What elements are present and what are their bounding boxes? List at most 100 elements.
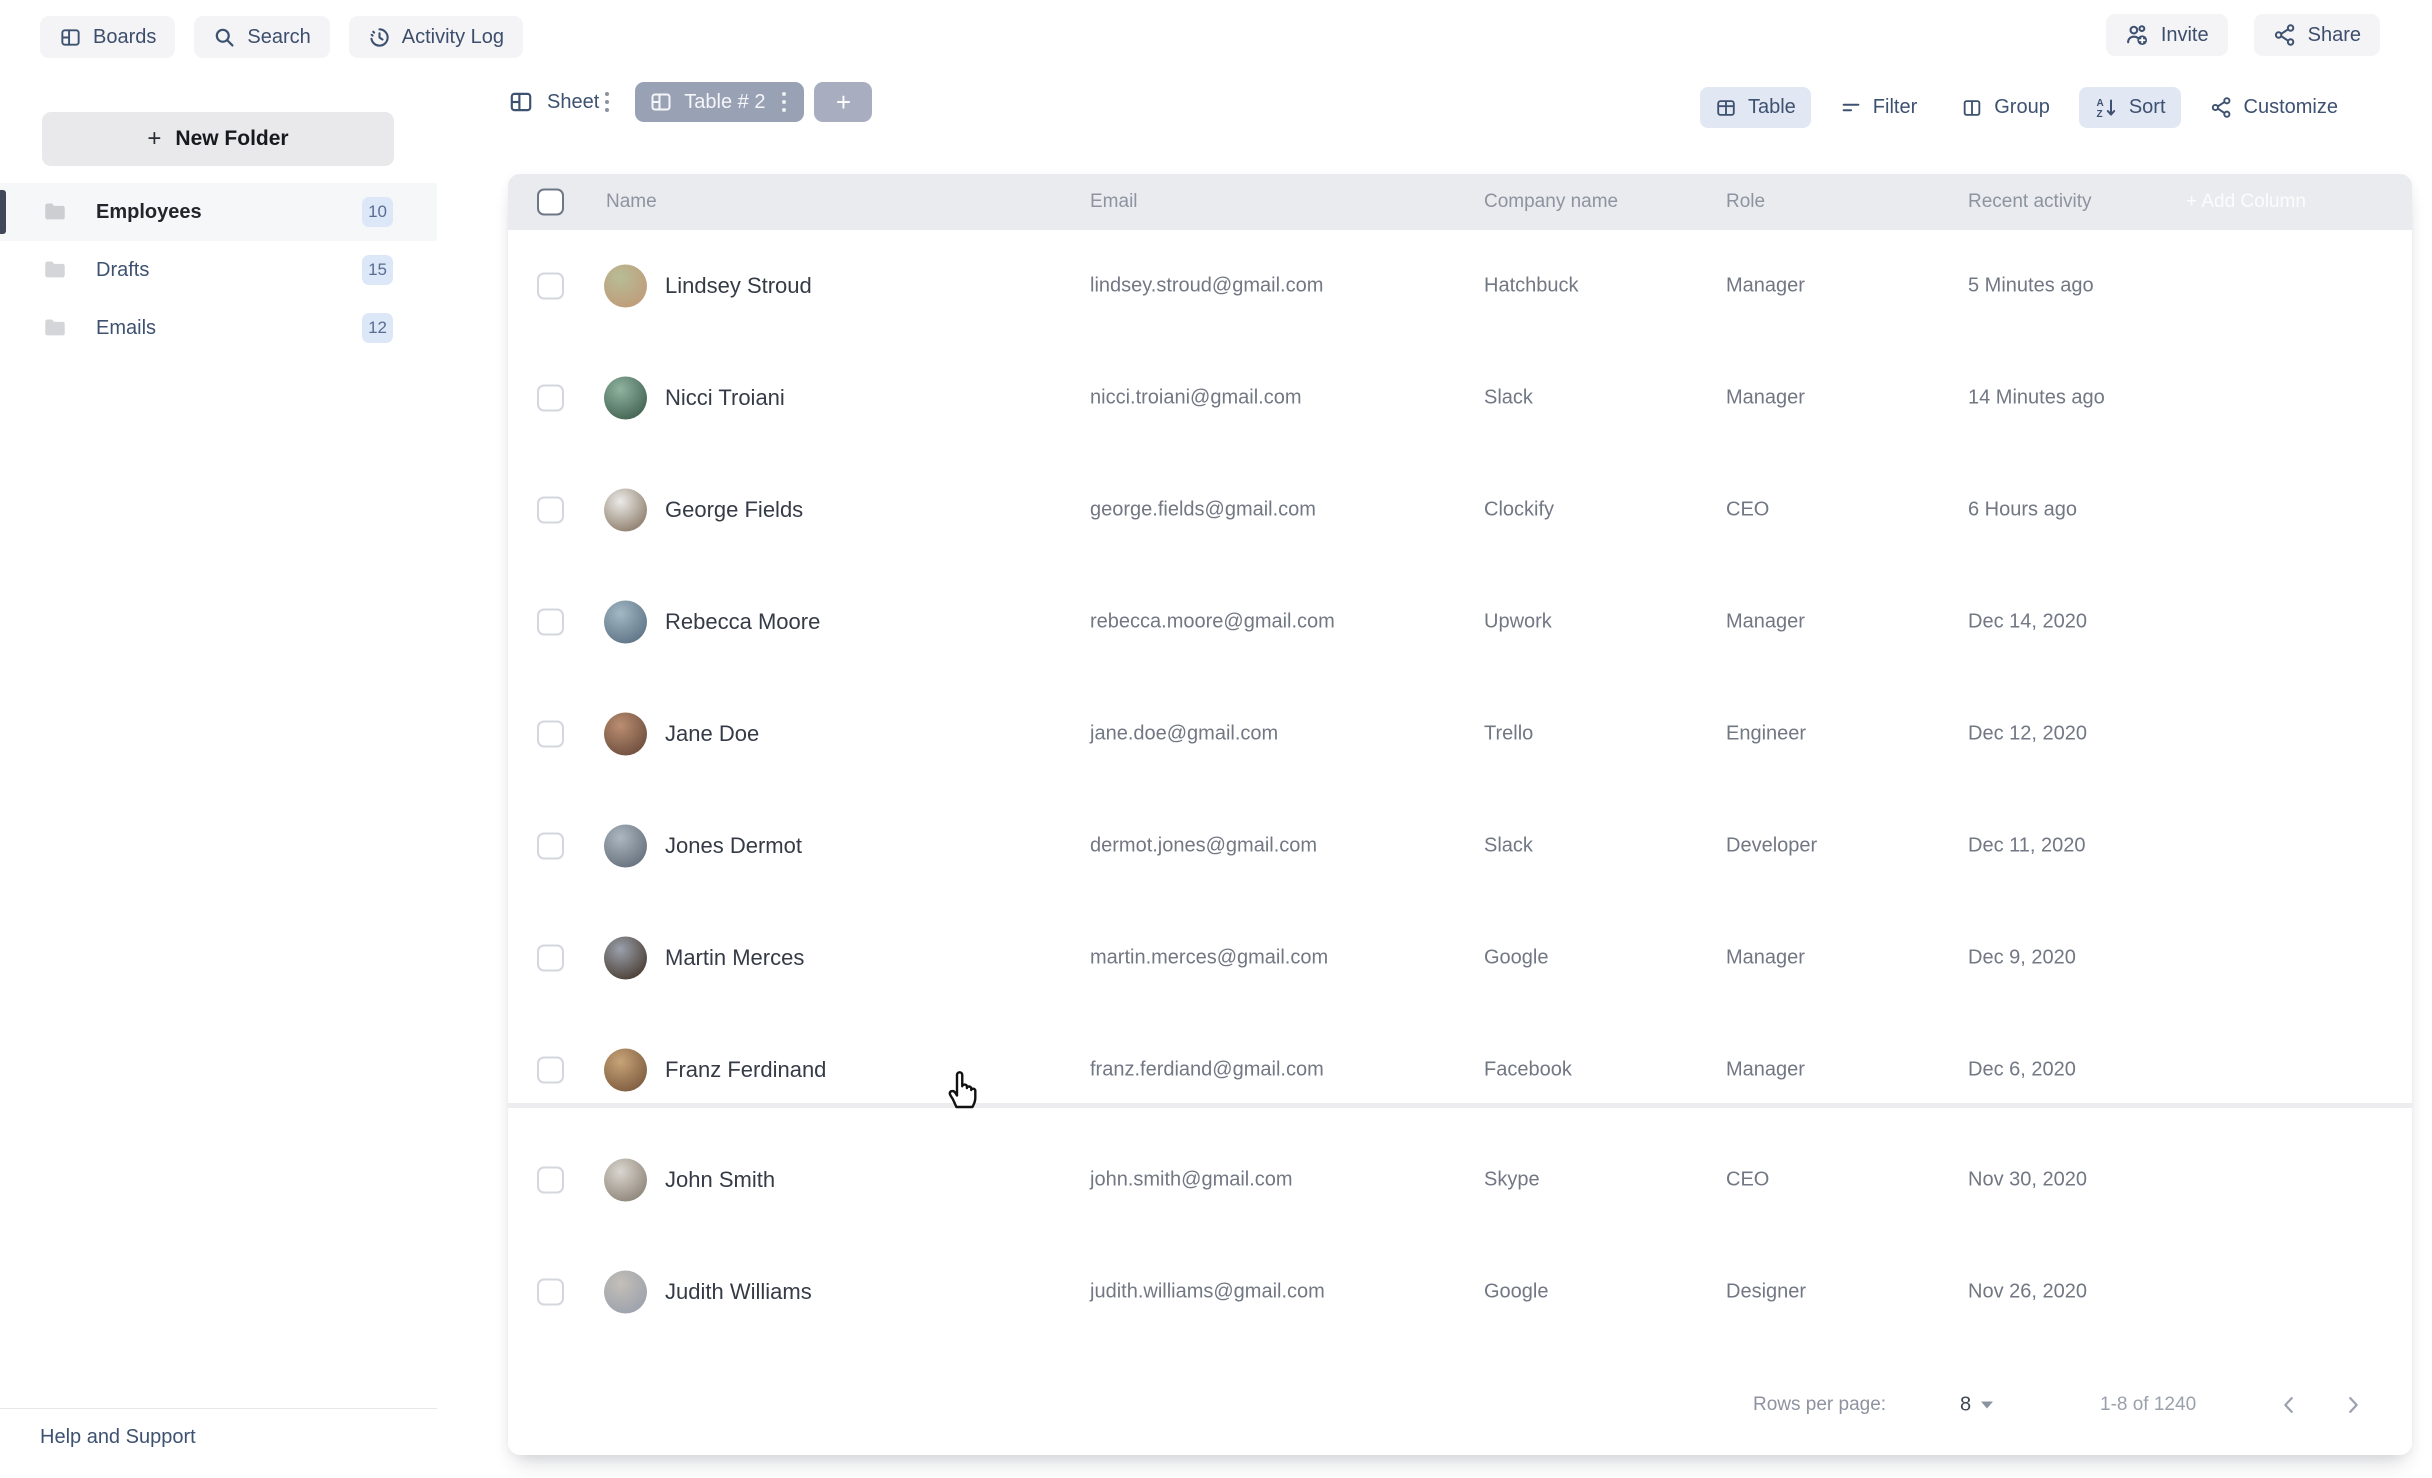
cell-name: Judith Williams (665, 1279, 812, 1305)
customize-button[interactable]: Customize (2195, 87, 2353, 128)
cell-company: Slack (1484, 835, 1533, 858)
activity-log-button[interactable]: Activity Log (349, 16, 523, 58)
svg-text:Z: Z (2096, 109, 2102, 120)
cell-company: Slack (1484, 387, 1533, 410)
cell-activity: Dec 11, 2020 (1968, 835, 2086, 858)
svg-text:A: A (2096, 98, 2103, 109)
column-header-role[interactable]: Role (1726, 191, 1765, 213)
column-header-activity[interactable]: Recent activity (1968, 191, 2092, 213)
table-tab-menu-icon[interactable] (776, 88, 792, 116)
share-label: Share (2308, 24, 2361, 47)
selected-folder-indicator (0, 190, 6, 234)
folder-count-badge: 10 (362, 197, 393, 227)
cell-activity: 5 Minutes ago (1968, 275, 2094, 298)
cell-activity: Dec 14, 2020 (1968, 611, 2087, 634)
cell-role: Developer (1726, 835, 1817, 858)
caret-down-icon (1981, 1402, 1993, 1409)
cell-name: George Fields (665, 497, 803, 523)
cell-name: John Smith (665, 1167, 775, 1193)
sidebar-item-employees[interactable]: Employees 10 (0, 183, 437, 241)
customize-label: Customize (2244, 96, 2338, 119)
row-checkbox[interactable] (537, 273, 564, 300)
cell-company: Google (1484, 1281, 1549, 1304)
cell-email: dermot.jones@gmail.com (1090, 835, 1317, 858)
table-view-label: Table (1748, 96, 1796, 119)
table-row[interactable]: Rebecca Moore rebecca.moore@gmail.com Up… (508, 566, 2412, 678)
invite-button[interactable]: Invite (2106, 14, 2228, 56)
new-folder-button[interactable]: + New Folder (42, 112, 394, 166)
row-checkbox[interactable] (537, 609, 564, 636)
cell-email: george.fields@gmail.com (1090, 499, 1316, 522)
cell-email: franz.ferdiand@gmail.com (1090, 1059, 1324, 1082)
row-checkbox[interactable] (537, 945, 564, 972)
filter-button[interactable]: Filter (1825, 87, 1932, 128)
row-checkbox[interactable] (537, 1167, 564, 1194)
group-label: Group (1994, 96, 2050, 119)
cell-name: Nicci Troiani (665, 385, 785, 411)
column-header-email[interactable]: Email (1090, 191, 1138, 213)
rows-per-page-select[interactable]: 8 (1960, 1394, 1993, 1417)
table-row[interactable]: Judith Williams judith.williams@gmail.co… (508, 1236, 2412, 1348)
avatar (604, 377, 647, 420)
table-row[interactable]: Nicci Troiani nicci.troiani@gmail.com Sl… (508, 342, 2412, 454)
row-checkbox[interactable] (537, 1279, 564, 1306)
avatar (604, 825, 647, 868)
tab-table-2-active[interactable]: Table # 2 (635, 82, 804, 122)
table-row[interactable]: George Fields george.fields@gmail.com Cl… (508, 454, 2412, 566)
group-button[interactable]: Group (1946, 87, 2065, 128)
topbar-right: Invite Share (2106, 14, 2380, 56)
cell-role: Manager (1726, 1059, 1805, 1082)
column-header-name[interactable]: Name (606, 191, 657, 213)
next-page-button[interactable] (2336, 1388, 2370, 1422)
cell-email: lindsey.stroud@gmail.com (1090, 275, 1323, 298)
add-column-button[interactable]: + Add Column (2186, 191, 2306, 213)
table-view-button[interactable]: Table (1700, 87, 1811, 128)
table-card: Name Email Company name Role Recent acti… (508, 174, 2412, 1455)
previous-page-button[interactable] (2272, 1388, 2306, 1422)
table-tab-icon (649, 90, 673, 114)
cell-role: CEO (1726, 1169, 1769, 1192)
table-row[interactable]: Lindsey Stroud lindsey.stroud@gmail.com … (508, 230, 2412, 342)
cell-role: Engineer (1726, 723, 1806, 746)
table-row[interactable]: John Smith john.smith@gmail.com Skype CE… (508, 1124, 2412, 1236)
tab-sheet[interactable]: Sheet (508, 89, 599, 115)
cell-company: Upwork (1484, 611, 1552, 634)
sidebar-item-emails[interactable]: Emails 12 (0, 299, 437, 357)
cell-email: martin.merces@gmail.com (1090, 947, 1328, 970)
search-button[interactable]: Search (194, 16, 329, 58)
sidebar-item-drafts[interactable]: Drafts 15 (0, 241, 437, 299)
share-button[interactable]: Share (2254, 14, 2380, 56)
boards-button[interactable]: Boards (40, 16, 175, 58)
avatar (604, 265, 647, 308)
row-checkbox[interactable] (537, 721, 564, 748)
table-row[interactable]: Martin Merces martin.merces@gmail.com Go… (508, 902, 2412, 1014)
avatar (604, 713, 647, 756)
table-row[interactable]: Jane Doe jane.doe@gmail.com Trello Engin… (508, 678, 2412, 790)
sidebar-item-label: Employees (96, 201, 202, 224)
table-row[interactable]: Jones Dermot dermot.jones@gmail.com Slac… (508, 790, 2412, 902)
table-header-row: Name Email Company name Role Recent acti… (508, 174, 2412, 230)
cell-activity: 6 Hours ago (1968, 499, 2077, 522)
cell-role: Manager (1726, 275, 1805, 298)
customize-icon (2210, 96, 2233, 119)
help-and-support-link[interactable]: Help and Support (40, 1426, 196, 1449)
row-checkbox[interactable] (537, 1057, 564, 1084)
sidebar-item-label: Emails (96, 317, 156, 340)
cell-company: Skype (1484, 1169, 1540, 1192)
sheet-tab-menu-icon[interactable] (599, 88, 615, 116)
cell-activity: Nov 30, 2020 (1968, 1169, 2087, 1192)
row-checkbox[interactable] (537, 833, 564, 860)
group-icon (1961, 97, 1983, 119)
sort-button[interactable]: AZ Sort (2079, 87, 2181, 128)
add-table-button[interactable]: + (814, 82, 872, 122)
select-all-checkbox[interactable] (537, 189, 564, 216)
table-row[interactable]: Franz Ferdinand franz.ferdiand@gmail.com… (508, 1014, 2412, 1126)
plus-icon: + (836, 87, 851, 118)
folder-icon (42, 315, 68, 341)
row-checkbox[interactable] (537, 385, 564, 412)
invite-user-icon (2125, 23, 2150, 48)
cell-role: CEO (1726, 499, 1769, 522)
row-checkbox[interactable] (537, 497, 564, 524)
column-header-company[interactable]: Company name (1484, 191, 1618, 213)
cell-activity: Nov 26, 2020 (1968, 1281, 2087, 1304)
